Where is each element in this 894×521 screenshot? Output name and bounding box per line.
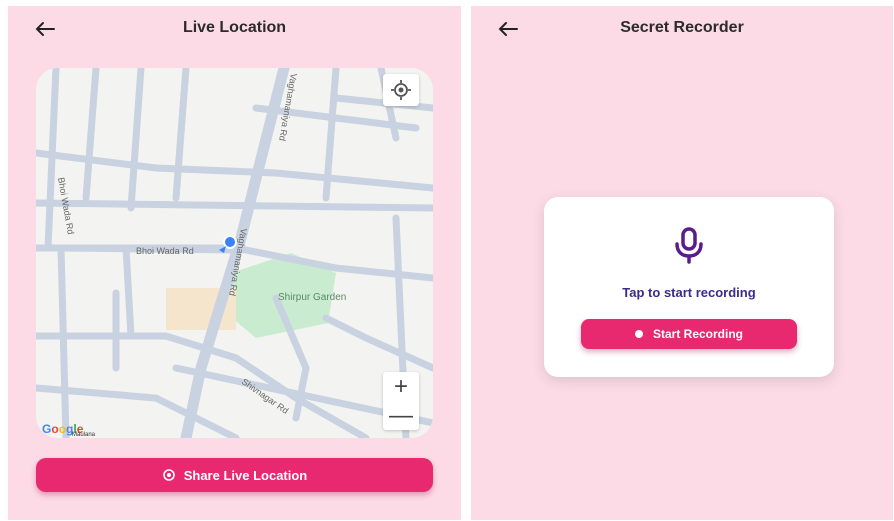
share-button-label: Share Live Location — [183, 467, 308, 483]
map-canvas[interactable]: Bhoi Wada Rd Bhoi Wada Rd Vaghamaniya Rd… — [36, 68, 433, 438]
start-recording-button[interactable]: Start Recording — [581, 319, 797, 349]
recorder-card: Tap to start recording Start Recording — [544, 197, 834, 377]
record-dot-icon — [634, 330, 643, 338]
page-title: Secret Recorder — [620, 19, 744, 36]
recording-prompt: Tap to start recording — [622, 285, 756, 300]
app-bar: Secret Recorder — [471, 6, 893, 56]
page-title: Live Location — [182, 19, 287, 36]
map-attribution-sub: Maulana — [72, 432, 96, 438]
microphone-icon — [675, 227, 703, 264]
live-location-screen: Live Location Bhoi Wada Rd Bhoi Wada Rd … — [8, 6, 461, 520]
zoom-in-button[interactable]: + — [383, 372, 419, 401]
map-view[interactable]: Bhoi Wada Rd Bhoi Wada Rd Vaghamaniya Rd… — [36, 68, 433, 438]
secret-recorder-screen: Secret Recorder Tap to start recording S… — [471, 6, 893, 520]
zoom-controls: + — — [383, 372, 419, 430]
place-label: Shirpur Garden — [278, 292, 346, 303]
my-location-icon — [391, 80, 411, 100]
road-label: Bhoi Wada Rd — [136, 246, 194, 256]
record-button-label: Start Recording — [652, 327, 743, 341]
share-live-location-button[interactable]: Share Live Location — [36, 458, 433, 492]
live-location-icon — [162, 469, 175, 481]
zoom-out-button[interactable]: — — [383, 401, 419, 430]
my-location-button[interactable] — [383, 74, 419, 106]
app-bar: Live Location — [8, 6, 461, 56]
